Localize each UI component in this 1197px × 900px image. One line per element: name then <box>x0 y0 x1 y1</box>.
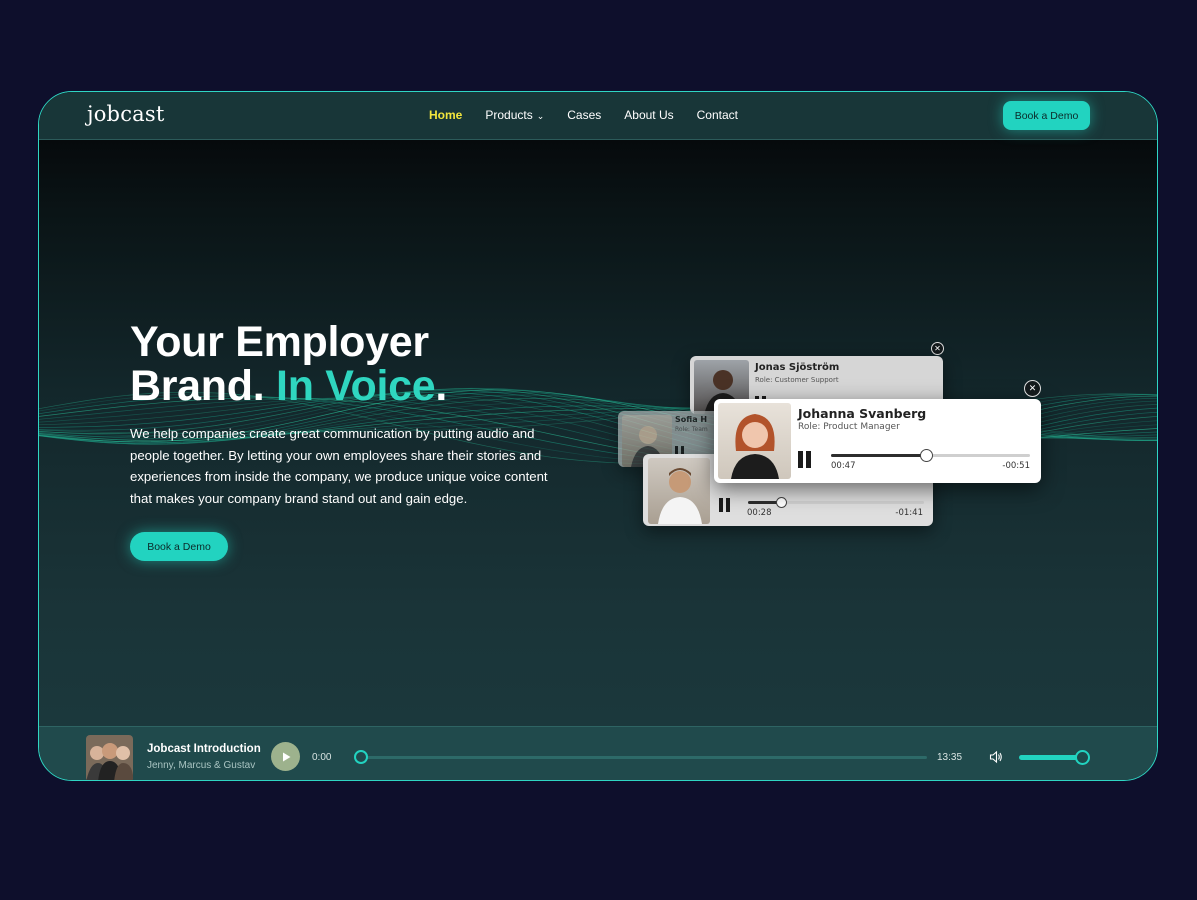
current-time: 0:00 <box>312 752 332 763</box>
audio-progress-handle[interactable] <box>920 449 934 462</box>
pause-icon[interactable] <box>719 498 730 512</box>
remaining-time: -01:41 <box>895 508 923 518</box>
close-icon[interactable]: ✕ <box>931 342 944 355</box>
pause-icon[interactable] <box>798 451 811 468</box>
nav-menu: Home Products ⌄ Cases About Us Contact <box>429 108 738 122</box>
avatar <box>648 458 710 524</box>
hero-title: Your Employer Brand. In Voice. <box>130 320 447 408</box>
card-role: Role: Customer Support <box>755 376 839 384</box>
nav-item-products-label: Products <box>485 108 533 122</box>
remaining-time: -00:51 <box>1002 461 1030 471</box>
episode-title: Jobcast Introduction <box>147 743 261 755</box>
chevron-down-icon: ⌄ <box>536 111 545 121</box>
total-duration: 13:35 <box>937 752 963 763</box>
playback-progress-track[interactable] <box>361 756 927 759</box>
avatar <box>718 403 791 479</box>
hero-title-period: . <box>435 362 447 410</box>
nav-item-contact[interactable]: Contact <box>697 108 738 122</box>
playback-progress-handle[interactable] <box>354 750 368 764</box>
card-name: Johanna Svanberg <box>798 406 927 421</box>
nav-item-about-us[interactable]: About Us <box>624 108 673 122</box>
voice-card-johanna[interactable]: Johanna Svanberg Role: Product Manager 0… <box>714 399 1041 483</box>
audio-progress-track[interactable] <box>748 501 924 504</box>
book-demo-nav-button[interactable]: Book a Demo <box>1003 101 1090 130</box>
episode-speakers: Jenny, Marcus & Gustav <box>147 760 256 771</box>
volume-slider-handle[interactable] <box>1075 750 1090 765</box>
volume-icon[interactable] <box>989 750 1003 764</box>
elapsed-time: 00:47 <box>831 461 856 471</box>
episode-thumbnail <box>86 735 133 780</box>
play-icon <box>282 752 290 761</box>
book-demo-hero-button[interactable]: Book a Demo <box>130 532 228 561</box>
card-role: Role: Team <box>675 426 708 433</box>
hero-title-accent: In Voice <box>276 362 436 410</box>
audio-progress-handle[interactable] <box>775 497 787 508</box>
card-name: Sofia H <box>675 415 708 424</box>
pause-icon[interactable] <box>675 446 684 454</box>
card-role: Role: Product Manager <box>798 422 900 432</box>
audio-progress-fill <box>831 454 927 457</box>
close-icon[interactable]: ✕ <box>1024 380 1041 397</box>
elapsed-time: 00:28 <box>747 508 772 518</box>
nav-item-cases[interactable]: Cases <box>567 108 601 122</box>
hero-title-line1: Your Employer <box>130 318 429 366</box>
navbar: jobcast Home Products ⌄ Cases About Us Co… <box>39 92 1157 140</box>
card-name: Jonas Sjöström <box>755 362 840 373</box>
browser-frame: jobcast Home Products ⌄ Cases About Us Co… <box>38 91 1158 781</box>
play-button[interactable] <box>271 742 300 771</box>
hero-title-brand: Brand. <box>130 362 265 410</box>
nav-item-products[interactable]: Products ⌄ <box>485 108 544 122</box>
hero-description: We help companies create great communica… <box>130 426 548 506</box>
nav-item-home[interactable]: Home <box>429 108 462 122</box>
jobcast-logo[interactable]: jobcast <box>87 102 165 126</box>
audio-player-bar: Jobcast Introduction Jenny, Marcus & Gus… <box>39 726 1157 780</box>
